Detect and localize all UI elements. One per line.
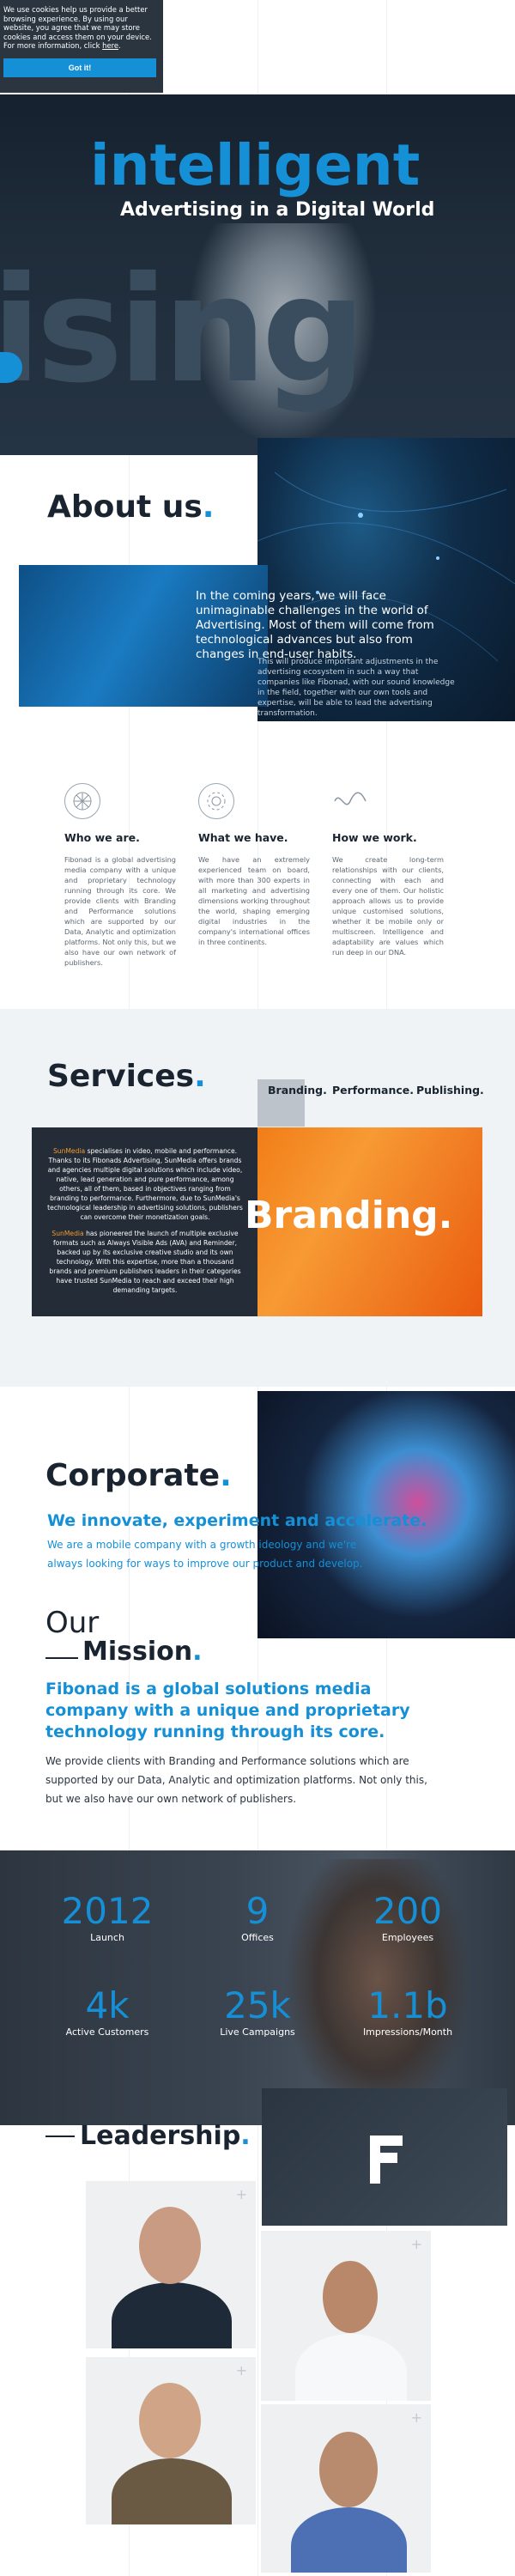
stat-value: 1.1b	[367, 1984, 448, 2026]
stat-value: 4k	[85, 1984, 130, 2026]
feature-how: How we work. We create long-term relatio…	[332, 783, 444, 957]
services-feature-word: Branding.	[245, 1194, 453, 1237]
feature-text: We create long-term relationships with o…	[332, 855, 444, 957]
about-body-text: This will produce important adjustments …	[258, 658, 455, 718]
leader-portrait[interactable]: +	[86, 2357, 256, 2524]
stat-label: Live Campaigns	[220, 2026, 295, 2038]
services-description-card: SunMedia specialises in video, mobile an…	[32, 1127, 258, 1316]
gear-icon	[198, 783, 234, 819]
cookie-more-text: For more information, click	[3, 41, 100, 50]
stat-label: Launch	[90, 1932, 124, 1943]
corporate-lead: We innovate, experiment and accelerate.	[47, 1511, 427, 1530]
feature-who: Who we are. Fibonad is a global advertis…	[64, 783, 176, 968]
hero-background-word: ising	[0, 246, 366, 416]
brand-highlight: SunMedia	[52, 1147, 86, 1155]
stat-label: Active Customers	[65, 2026, 149, 2038]
company-logo-card	[262, 2088, 507, 2226]
services-paragraph: SunMedia has pioneered the launch of mul…	[47, 1229, 243, 1295]
services-title: Services.	[47, 1059, 206, 1094]
stat-campaigns: 25k Live Campaigns	[193, 1988, 322, 2038]
cookie-accept-button[interactable]: Got it!	[3, 58, 156, 77]
cookie-text: We use cookies help us provide a better …	[3, 5, 152, 41]
stat-value: 2012	[61, 1890, 154, 1932]
about-title-text: About us	[47, 489, 203, 525]
leadership-divider	[45, 2136, 75, 2137]
leader-portrait[interactable]: +	[86, 2181, 256, 2348]
plus-icon[interactable]: +	[236, 2186, 247, 2202]
feature-text: Fibonad is a global advertising media co…	[64, 855, 176, 967]
stat-employees: 200 Employees	[343, 1890, 472, 1944]
feature-what: What we have. We have an extremely exper…	[198, 783, 310, 947]
leadership-title: Leadership.	[80, 2121, 251, 2151]
mission-lead: Fibonad is a global solutions media comp…	[45, 1680, 410, 1741]
mission-title: Mission.	[82, 1637, 203, 1667]
hero-headline: intelligent	[90, 132, 421, 198]
tab-branding[interactable]: Branding.	[268, 1084, 327, 1097]
brand-highlight: SunMedia	[52, 1230, 84, 1237]
leader-portrait[interactable]: +	[261, 2231, 431, 2401]
stat-value: 200	[373, 1890, 443, 1932]
feature-title: How we work.	[332, 831, 417, 844]
services-paragraph-text: has pioneered the launch of multiple exc…	[49, 1230, 241, 1294]
feature-text: We have an extremely experienced team on…	[198, 855, 310, 946]
feature-title: What we have.	[198, 831, 288, 844]
stat-value: 9	[245, 1890, 270, 1932]
corporate-title-text: Corporate	[45, 1458, 221, 1493]
plus-icon[interactable]: +	[411, 2236, 422, 2252]
wave-icon	[332, 783, 368, 819]
stat-impressions: 1.1b Impressions/Month	[343, 1988, 472, 2038]
plus-icon[interactable]: +	[411, 2409, 422, 2426]
tab-performance[interactable]: Performance.	[332, 1084, 414, 1097]
services-paragraph-text: specialises in video, mobile and perform…	[47, 1147, 243, 1221]
about-lead-text: In the coming years, we will face unimag…	[196, 589, 434, 661]
stat-launch: 2012 Launch	[43, 1890, 172, 1944]
mission-body: We provide clients with Branding and Per…	[45, 1755, 427, 1805]
mission-our-label: Our	[45, 1606, 100, 1640]
services-paragraph: SunMedia specialises in video, mobile an…	[47, 1146, 243, 1222]
stat-label: Impressions/Month	[362, 2026, 453, 2038]
stat-customers: 4k Active Customers	[43, 1988, 172, 2038]
feature-title: Who we are.	[64, 831, 140, 844]
hero-subheadline: Advertising in a Digital World	[120, 199, 435, 221]
stat-offices: 9 Offices	[193, 1890, 322, 1944]
leadership-title-text: Leadership	[80, 2121, 241, 2151]
globe-icon	[64, 783, 100, 819]
fibonad-logo-icon	[370, 2136, 403, 2184]
tab-publishing[interactable]: Publishing.	[416, 1084, 484, 1097]
stat-label: Offices	[241, 1932, 274, 1943]
cookie-more-link[interactable]: here	[102, 41, 118, 50]
about-title: About us.	[47, 489, 215, 525]
cookie-banner: We use cookies help us provide a better …	[0, 0, 163, 93]
corporate-sub: We are a mobile company with a growth id…	[47, 1539, 363, 1570]
leader-portrait[interactable]: +	[261, 2404, 431, 2573]
stat-label: Employees	[381, 1932, 434, 1943]
mission-divider	[45, 1657, 78, 1659]
services-title-text: Services	[47, 1059, 195, 1094]
mission-title-text: Mission	[82, 1637, 193, 1667]
plus-icon[interactable]: +	[236, 2362, 247, 2379]
stat-value: 25k	[224, 1984, 291, 2026]
corporate-title: Corporate.	[45, 1458, 232, 1493]
